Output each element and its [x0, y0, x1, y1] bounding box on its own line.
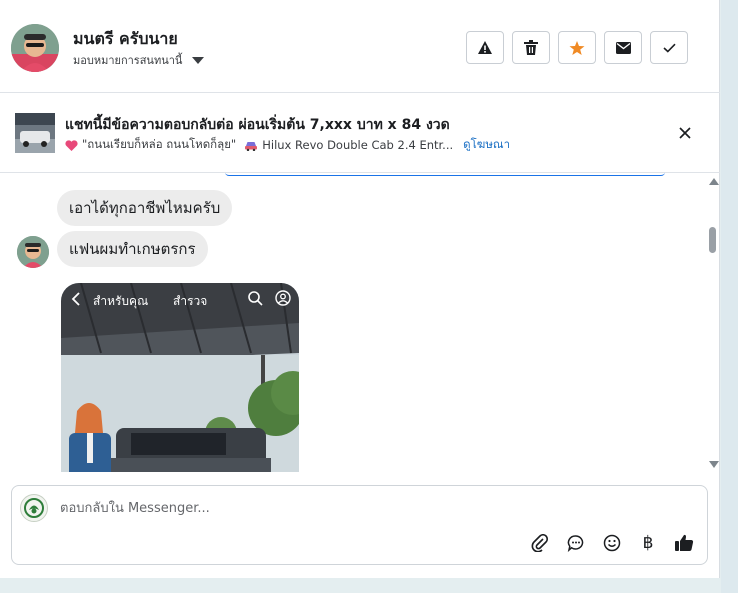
- ad-reply-banner: แชทนี้มีข้อความตอบกลับต่อ ผ่อนเริ่มต้น 7…: [0, 93, 720, 173]
- reply-composer: ฿: [11, 485, 708, 565]
- heart-icon: [65, 139, 78, 151]
- conversation-panel: มนตรี ครับนาย มอบหมายการสนทนานี้ แชทนี้ม…: [0, 0, 720, 578]
- car-icon: [245, 141, 258, 151]
- composer-tools: ฿: [529, 532, 695, 554]
- view-ad-link[interactable]: ดูโฆษณา: [463, 136, 510, 154]
- scroll-down-arrow[interactable]: [709, 461, 719, 468]
- mark-done-button[interactable]: [650, 31, 688, 64]
- ad-subtitle-row: "ถนนเรียบก็หล่อ ถนนโหดก็ลุย" Hilux Revo …: [65, 136, 510, 154]
- close-icon[interactable]: [676, 124, 694, 142]
- warning-icon: [478, 40, 492, 54]
- assign-conversation-dropdown[interactable]: มอบหมายการสนทนานี้: [73, 51, 205, 69]
- contact-avatar[interactable]: [11, 24, 59, 72]
- ad-title: แชทนี้มีข้อความตอบกลับต่อ ผ่อนเริ่มต้น 7…: [65, 117, 450, 133]
- like-button[interactable]: [673, 532, 695, 554]
- trash-icon: [524, 40, 538, 55]
- ad-thumbnail[interactable]: [15, 113, 55, 153]
- header-actions: [466, 31, 688, 64]
- conversation-header: มนตรี ครับนาย มอบหมายการสนทนานี้: [0, 0, 720, 93]
- attach-button[interactable]: [529, 532, 551, 554]
- envelope-icon: [615, 41, 631, 54]
- message-bubble: แฟนผมทำเกษตรกร: [57, 231, 208, 267]
- chat-bubble-icon: [567, 535, 584, 552]
- delete-button[interactable]: [512, 31, 550, 64]
- previous-message-edge: [225, 173, 665, 176]
- payment-button[interactable]: ฿: [637, 532, 659, 554]
- check-icon: [662, 43, 676, 53]
- window-background-strip: [721, 0, 738, 593]
- star-icon: [569, 40, 585, 55]
- scroll-up-arrow[interactable]: [709, 178, 719, 185]
- profile-icon: [275, 290, 291, 306]
- page-avatar: [20, 494, 48, 522]
- message-bubble: เอาได้ทุกอาชีพไหมครับ: [57, 190, 233, 226]
- paperclip-icon: [531, 534, 549, 552]
- message-thread: เอาได้ทุกอาชีพไหมครับ แฟนผมทำเกษตรกร สำห…: [0, 173, 706, 472]
- thumbs-up-icon: [674, 534, 693, 551]
- search-icon: [248, 291, 263, 306]
- contact-avatar-small: [17, 236, 49, 268]
- reply-input[interactable]: [60, 498, 660, 518]
- photo-tab-explore: สำรวจ: [173, 294, 208, 308]
- star-button[interactable]: [558, 31, 596, 64]
- ad-slogan: "ถนนเรียบก็หล่อ ถนนโหดก็ลุย": [82, 137, 237, 151]
- contact-name: มนตรี ครับนาย: [73, 29, 178, 48]
- shared-image[interactable]: สำหรับคุณ สำรวจ: [61, 283, 299, 472]
- spam-warning-button[interactable]: [466, 31, 504, 64]
- assign-label: มอบหมายการสนทนานี้: [73, 54, 183, 67]
- thread-scrollbar[interactable]: [706, 173, 720, 472]
- photo-tab-for-you: สำหรับคุณ: [93, 294, 149, 308]
- baht-icon: ฿: [642, 533, 654, 553]
- saved-replies-button[interactable]: [565, 532, 587, 554]
- emoji-button[interactable]: [601, 532, 623, 554]
- back-icon: [71, 292, 80, 306]
- mark-unread-button[interactable]: [604, 31, 642, 64]
- shared-image-graphic: [61, 283, 299, 472]
- smiley-icon: [603, 534, 621, 552]
- ad-product: Hilux Revo Double Cab 2.4 Entr...: [262, 138, 454, 152]
- chevron-down-icon[interactable]: [192, 56, 205, 64]
- scrollbar-thumb[interactable]: [709, 227, 716, 253]
